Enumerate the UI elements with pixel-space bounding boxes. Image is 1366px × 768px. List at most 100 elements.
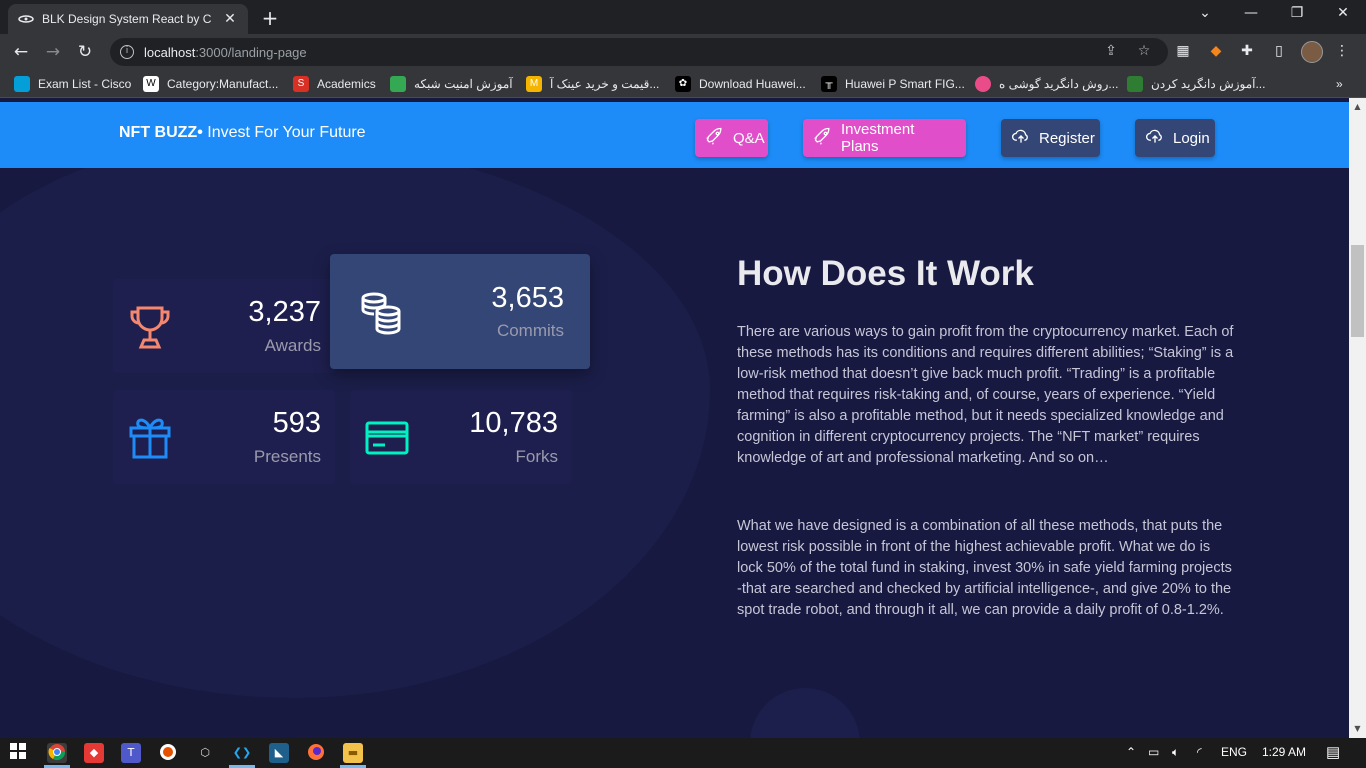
stat-card-presents: 593 Presents (113, 390, 335, 484)
bookmarks-bar: Exam List - Cisco W Category:Manufact... … (0, 70, 1366, 98)
tool-icon: ╥ (821, 76, 837, 92)
react-favicon-icon (18, 11, 34, 27)
m-logo-icon: M (526, 76, 542, 92)
section-heading: How Does It Work (737, 254, 1034, 293)
investment-plans-button[interactable]: Investment Plans (803, 119, 966, 157)
bookmark-label: قیمت و خرید عینک آ... (550, 77, 660, 91)
window-close-icon[interactable]: ✕ (1333, 5, 1353, 21)
vscode-icon[interactable]: ❮❯ (232, 743, 252, 763)
page-scrollbar[interactable]: ▲ ▼ (1349, 98, 1366, 738)
forward-icon[interactable]: → (42, 41, 64, 63)
rocket-icon (705, 126, 725, 150)
bookmark-item[interactable]: Exam List - Cisco (14, 76, 131, 92)
register-button[interactable]: Register (1001, 119, 1100, 157)
brand[interactable]: NFT BUZZ• Invest For Your Future (119, 124, 366, 142)
notifications-icon[interactable]: ▤ (1326, 743, 1340, 761)
bookmark-item[interactable]: M قیمت و خرید عینک آ... (526, 76, 659, 92)
extensions-icon[interactable]: ✚ (1238, 42, 1256, 60)
file-explorer-icon[interactable]: ▬ (343, 743, 363, 763)
scrollbar-thumb[interactable] (1351, 245, 1364, 337)
share-icon[interactable]: ⇪ (1102, 42, 1120, 60)
record-icon[interactable] (158, 743, 178, 763)
paragraph-1: There are various ways to gain profit fr… (737, 324, 1234, 466)
bookmark-item[interactable]: W Category:Manufact... (143, 76, 278, 92)
stat-card-commits: 3,653 Commits (330, 254, 590, 369)
url-host: localhost (144, 44, 196, 60)
brand-name: NFT BUZZ• (119, 124, 203, 141)
bookmark-item[interactable]: آموزش دانگرید کردن... (1127, 76, 1265, 92)
language-indicator[interactable]: ENG (1221, 745, 1247, 759)
browser-tab[interactable]: BLK Design System React by Crea ✕ (8, 4, 248, 34)
site-icon (1127, 76, 1143, 92)
qa-button[interactable]: Q&A (695, 119, 768, 157)
bookmark-label: Huawei P Smart FIG... (845, 77, 965, 91)
register-label: Register (1039, 129, 1095, 147)
bookmark-label: آموزش امنیت شبکه (414, 77, 513, 91)
side-panel-icon[interactable]: ▯ (1270, 42, 1288, 60)
bookmark-label: Category:Manufact... (167, 77, 279, 91)
rocket-icon (813, 126, 833, 150)
stat-value: 593 (272, 407, 321, 439)
scroll-down-icon[interactable]: ▼ (1349, 722, 1366, 736)
bookmark-item[interactable]: روش دانگرید گوشی ه... (975, 76, 1118, 92)
battery-icon[interactable]: ▭ (1148, 745, 1159, 759)
bookmark-item[interactable]: ✿ Download Huawei... (675, 76, 806, 92)
menu-icon[interactable]: ⋮ (1333, 42, 1351, 60)
restore-icon[interactable]: ❐ (1287, 5, 1307, 21)
tab-search-icon[interactable]: ⌄ (1195, 5, 1215, 21)
stat-value: 3,237 (248, 296, 321, 328)
firefox-icon[interactable] (306, 743, 326, 763)
wifi-icon[interactable]: ◜ (1197, 745, 1202, 759)
stat-card-forks: 10,783 Forks (350, 390, 572, 484)
bookmark-item[interactable]: S Academics (293, 76, 376, 92)
gift-icon (128, 415, 172, 463)
minimize-icon[interactable]: — (1241, 5, 1261, 21)
stat-label: Commits (496, 321, 564, 340)
bookmark-label: آموزش دانگرید کردن... (1151, 77, 1266, 91)
login-button[interactable]: Login (1135, 119, 1215, 157)
tab-strip: BLK Design System React by Crea ✕ + ⌄ — … (0, 0, 1366, 34)
stat-value: 3,653 (491, 282, 564, 314)
stat-card-awards: 3,237 Awards (113, 279, 335, 373)
back-icon[interactable]: ← (10, 41, 32, 63)
metamask-icon[interactable]: ◆ (1207, 42, 1225, 60)
cisco-icon (14, 76, 30, 92)
login-label: Login (1173, 129, 1210, 147)
reload-icon[interactable]: ↻ (74, 41, 96, 63)
clock[interactable]: 1:29 AM (1262, 745, 1306, 759)
anydesk-icon[interactable]: ◆ (84, 743, 104, 763)
bookmark-star-icon[interactable]: ☆ (1135, 42, 1153, 60)
app-icon[interactable]: ◣ (269, 743, 289, 763)
cube-icon[interactable]: ⬡ (195, 743, 215, 763)
scroll-up-icon[interactable]: ▲ (1349, 100, 1366, 114)
landing-page: NFT BUZZ• Invest For Your Future Q&A Inv… (0, 98, 1349, 738)
bookmark-label: Download Huawei... (699, 77, 806, 91)
stat-label: Forks (515, 447, 559, 466)
huawei-icon: ✿ (675, 76, 691, 92)
teams-icon[interactable]: T (121, 743, 141, 763)
chrome-icon[interactable] (47, 743, 67, 763)
paragraph-2: What we have designed is a combination o… (737, 518, 1232, 618)
windows-start-icon[interactable] (8, 743, 28, 763)
new-tab-button[interactable]: + (260, 6, 280, 30)
stat-label: Presents (253, 447, 321, 466)
bookmark-label: Academics (317, 77, 376, 91)
volume-icon[interactable]: 🔈︎ (1172, 745, 1179, 760)
qr-code-icon[interactable]: ▦ (1174, 42, 1192, 60)
tray-chevron-icon[interactable]: ⌃ (1126, 745, 1136, 759)
green-logo-icon (390, 76, 406, 92)
tab-close-icon[interactable]: ✕ (222, 11, 238, 27)
cloud-upload-icon (1011, 126, 1031, 150)
trophy-icon (129, 305, 171, 355)
bookmark-item[interactable]: ╥ Huawei P Smart FIG... (821, 76, 965, 92)
address-bar[interactable]: i localhost:3000/landing-page (110, 38, 1168, 66)
site-info-icon[interactable]: i (120, 45, 134, 59)
coins-icon (358, 291, 404, 339)
more-bookmarks-icon[interactable]: » (1336, 76, 1343, 92)
url-path: :3000/landing-page (195, 44, 307, 60)
profile-avatar[interactable] (1301, 41, 1323, 63)
bookmark-item[interactable]: آموزش امنیت شبکه (390, 76, 513, 92)
background-blob (750, 688, 860, 738)
site-navbar: NFT BUZZ• Invest For Your Future Q&A Inv… (0, 102, 1349, 168)
dribbble-icon (975, 76, 991, 92)
